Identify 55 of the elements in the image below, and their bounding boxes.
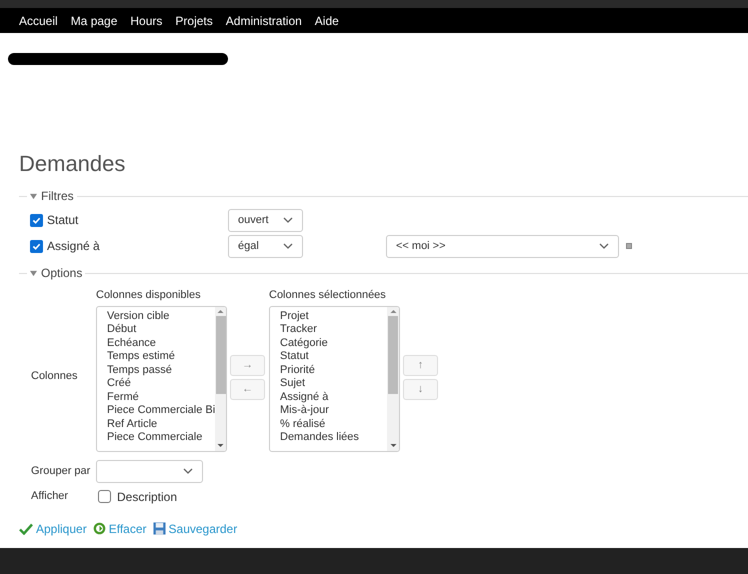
legend-toggle[interactable]: Options <box>27 264 86 282</box>
chevron-icon <box>283 215 293 225</box>
list-option[interactable]: Priorité <box>280 364 387 377</box>
list-option[interactable]: % réalisé <box>280 418 387 431</box>
menu-link[interactable]: Accueil <box>19 12 58 30</box>
list-title: Colonnes sélectionnées <box>269 288 387 303</box>
menu-link[interactable]: Projets <box>175 12 213 30</box>
list-option[interactable]: Mis-à-jour <box>280 404 387 418</box>
checkbox[interactable] <box>30 240 43 252</box>
menu-link[interactable]: Hours <box>130 12 162 30</box>
checkbox-label: Description <box>117 488 178 506</box>
menu-link[interactable]: Ma page <box>70 12 118 30</box>
checkmark-icon <box>19 522 33 534</box>
list-option[interactable]: Statut <box>280 350 387 364</box>
list-option[interactable]: Piece Commerciale Bi <box>107 404 216 418</box>
list-option[interactable]: Assigné à <box>280 390 387 404</box>
chevron-icon <box>283 241 293 251</box>
list-option[interactable]: Temps passé <box>107 364 216 377</box>
checkbox[interactable] <box>30 214 43 226</box>
list-option[interactable]: Sujet <box>280 377 387 390</box>
field-label: Grouper par <box>31 464 92 479</box>
checkbox[interactable] <box>98 490 111 503</box>
menu-link[interactable]: Administration <box>226 12 302 30</box>
filter-label: Statut <box>47 212 78 229</box>
select-field[interactable]: << moi >> <box>386 234 619 258</box>
list-option[interactable]: Fermé <box>107 390 216 404</box>
list-option[interactable]: Piece Commerciale <box>107 431 216 444</box>
field-label: Afficher <box>31 489 70 504</box>
list-option[interactable]: Version cible <box>107 310 216 323</box>
filter-label: Assigné à <box>47 238 100 255</box>
select-field[interactable]: égal <box>228 234 303 258</box>
available-columns-list[interactable]: Version cible Début Echéance Temps estimé Temps passé Créé Fermé Piece Commerciale Bi Ref Article Piece Commerciale <box>96 306 227 452</box>
page-title: Demandes <box>19 151 126 177</box>
list-option[interactable]: Tracker <box>280 323 387 336</box>
list-option[interactable]: Ref Article <box>107 418 216 431</box>
selected-columns-list[interactable]: Projet Tracker Catégorie Statut Priorité Sujet Assigné à Mis-à-jour % réalisé Demandes liées <box>269 306 400 452</box>
scrollbar[interactable] <box>215 306 226 450</box>
list-option[interactable]: Demandes liées <box>280 431 387 444</box>
list-option[interactable]: Projet <box>280 310 387 323</box>
select-field[interactable]: ouvert <box>228 208 303 232</box>
chevron-icon <box>183 466 193 476</box>
scrollbar[interactable] <box>387 306 399 450</box>
list-option[interactable]: Créé <box>107 377 216 390</box>
menu-link[interactable]: Aide <box>314 12 339 30</box>
triangle-down-icon <box>30 270 37 276</box>
list-option[interactable]: Catégorie <box>280 336 387 350</box>
legend-toggle[interactable]: Filtres <box>27 187 77 205</box>
field-label: Colonnes <box>31 369 78 384</box>
list-option[interactable]: Début <box>107 323 216 336</box>
list-title: Colonnes disponibles <box>96 288 202 303</box>
chevron-icon <box>599 241 609 251</box>
triangle-down-icon <box>30 192 37 200</box>
select-field[interactable] <box>96 460 203 482</box>
list-option[interactable]: Echéance <box>107 336 216 350</box>
list-option[interactable]: Temps estimé <box>107 350 216 364</box>
